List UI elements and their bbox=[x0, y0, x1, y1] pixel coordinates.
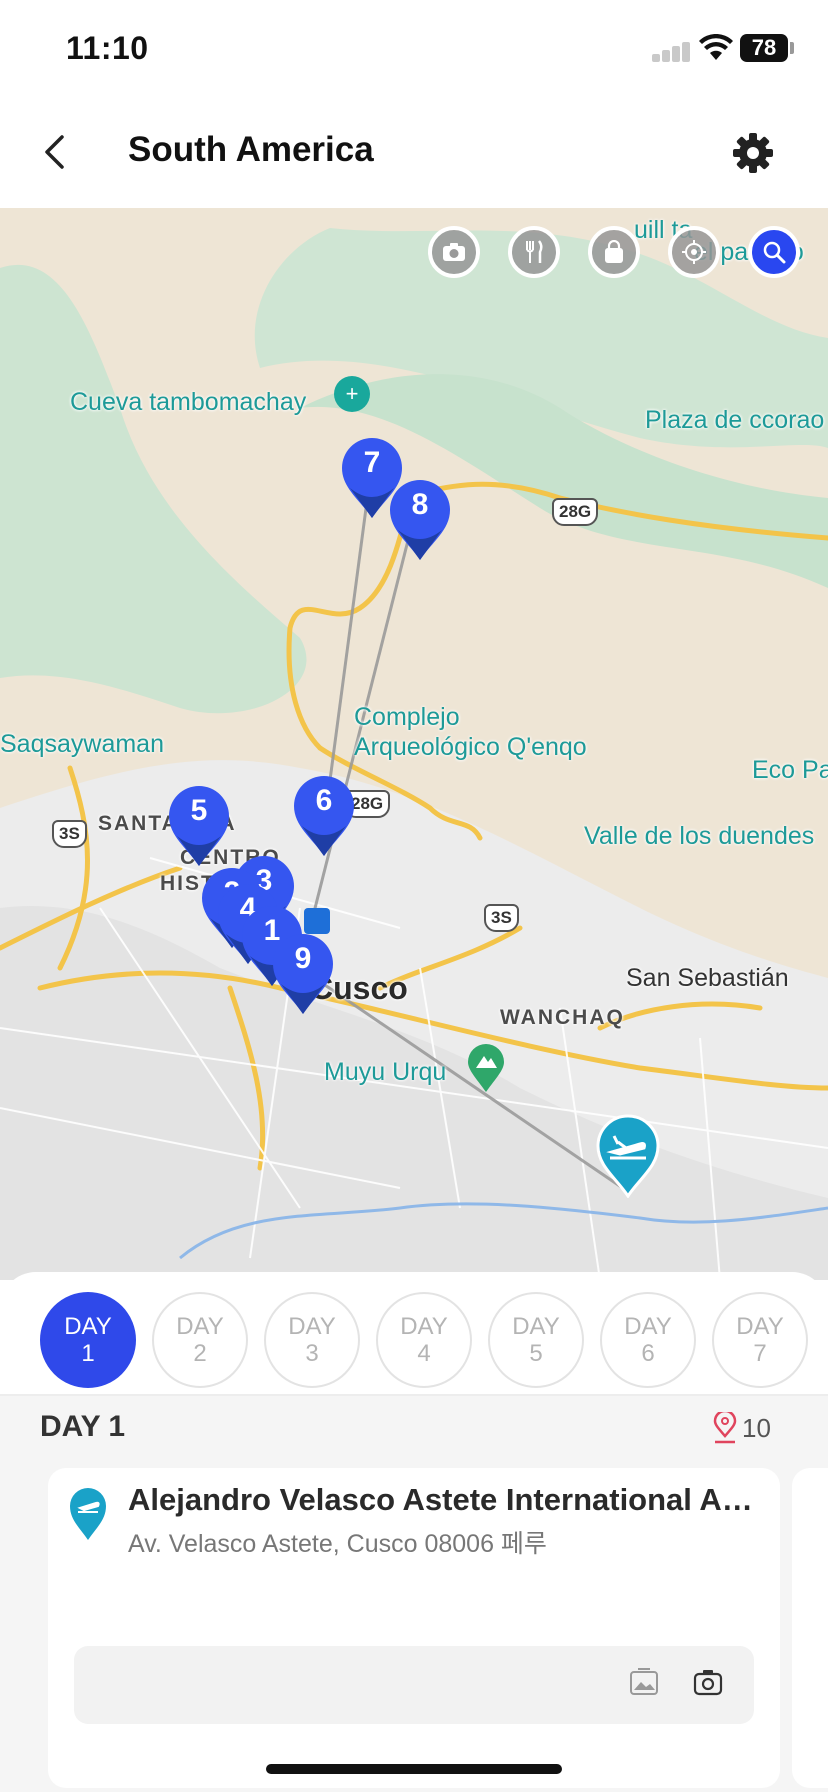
map-pin-6[interactable]: 6 bbox=[292, 774, 356, 858]
wifi-icon bbox=[698, 33, 734, 62]
poi-label: Arqueológico Q'enqo bbox=[354, 733, 587, 761]
highway-shield: 3S bbox=[52, 820, 87, 848]
day-tab-1[interactable]: DAY 1 bbox=[40, 1292, 136, 1388]
day-tab-6[interactable]: DAY 6 bbox=[600, 1292, 696, 1388]
place-title: Alejandro Velasco Astete International A… bbox=[128, 1482, 758, 1517]
shopping-bag-icon bbox=[605, 240, 623, 263]
next-place-card[interactable] bbox=[792, 1468, 828, 1788]
district-label: WANCHAQ bbox=[500, 1006, 625, 1029]
highway-shield: 28G bbox=[552, 498, 599, 526]
battery-indicator: 78 bbox=[740, 34, 788, 62]
gear-icon bbox=[733, 133, 773, 173]
chevron-left-icon bbox=[45, 135, 64, 169]
poi-label: Eco Pa bbox=[752, 756, 828, 784]
camera-icon bbox=[693, 1670, 723, 1696]
day-tab-4[interactable]: DAY 4 bbox=[376, 1292, 472, 1388]
shopping-filter-button[interactable] bbox=[588, 226, 640, 278]
my-location-button[interactable] bbox=[668, 226, 720, 278]
poi-label: Cueva tambomachay bbox=[70, 388, 307, 416]
settings-button[interactable] bbox=[730, 130, 776, 176]
add-photo-button[interactable] bbox=[692, 1666, 728, 1702]
day-tab-5[interactable]: DAY 5 bbox=[488, 1292, 584, 1388]
map-pin-8[interactable]: 8 bbox=[388, 478, 452, 562]
day-tabs: DAY 1 DAY 2 DAY 3 DAY 4 DAY 5 DAY 6 DAY 7 bbox=[0, 1272, 828, 1396]
add-image-button[interactable] bbox=[628, 1666, 664, 1702]
poi-label: Muyu Urqu bbox=[324, 1058, 447, 1086]
poi-label: Saqsaywaman bbox=[0, 730, 164, 758]
map-pin-9[interactable]: 9 bbox=[271, 932, 335, 1016]
place-address: Av. Velasco Astete, Cusco 08006 페루 bbox=[128, 1530, 547, 1558]
home-indicator bbox=[266, 1764, 562, 1774]
note-area[interactable] bbox=[74, 1646, 754, 1724]
place-count: 10 bbox=[712, 1412, 771, 1444]
highway-shield: 3S bbox=[484, 904, 519, 932]
app-header: South America bbox=[0, 100, 828, 208]
bus-station-icon[interactable] bbox=[304, 908, 330, 934]
camera-icon bbox=[443, 243, 465, 261]
place-card[interactable]: Alejandro Velasco Astete International A… bbox=[48, 1468, 780, 1788]
mountain-marker-icon[interactable] bbox=[466, 1044, 506, 1094]
map-search-button[interactable] bbox=[748, 226, 800, 278]
restaurant-icon bbox=[526, 240, 543, 263]
back-button[interactable] bbox=[36, 128, 72, 176]
status-time: 11:10 bbox=[66, 30, 149, 66]
map-pin-5[interactable]: 5 bbox=[167, 784, 231, 868]
camera-filter-button[interactable] bbox=[428, 226, 480, 278]
page-title: South America bbox=[128, 130, 374, 169]
day-tab-7[interactable]: DAY 7 bbox=[712, 1292, 808, 1388]
attraction-marker-icon[interactable]: + bbox=[334, 376, 370, 412]
image-icon bbox=[630, 1668, 658, 1695]
cellular-signal-icon bbox=[652, 42, 692, 62]
battery-tip bbox=[790, 42, 794, 54]
day-tab-3[interactable]: DAY 3 bbox=[264, 1292, 360, 1388]
day-tab-2[interactable]: DAY 2 bbox=[152, 1292, 248, 1388]
map-pin-airport[interactable] bbox=[596, 1114, 660, 1199]
status-bar: 11:10 78 bbox=[0, 0, 828, 100]
restaurant-filter-button[interactable] bbox=[508, 226, 560, 278]
map-view[interactable]: Cueva tambomachay Plaza de ccorao Comple… bbox=[0, 208, 828, 1280]
day-itinerary: DAY 1 10 Alejandro Velasco Astete Intern… bbox=[0, 1396, 828, 1792]
location-target-icon bbox=[682, 240, 706, 264]
airport-pin-icon bbox=[68, 1486, 108, 1542]
poi-label: Complejo bbox=[354, 703, 460, 731]
poi-label: Valle de los duendes bbox=[584, 822, 815, 850]
day-heading: DAY 1 bbox=[40, 1410, 126, 1443]
search-icon bbox=[763, 241, 786, 264]
location-pin-icon bbox=[713, 1412, 737, 1444]
poi-label: Plaza de ccorao bbox=[645, 406, 825, 434]
city-label: San Sebastián bbox=[626, 964, 789, 992]
